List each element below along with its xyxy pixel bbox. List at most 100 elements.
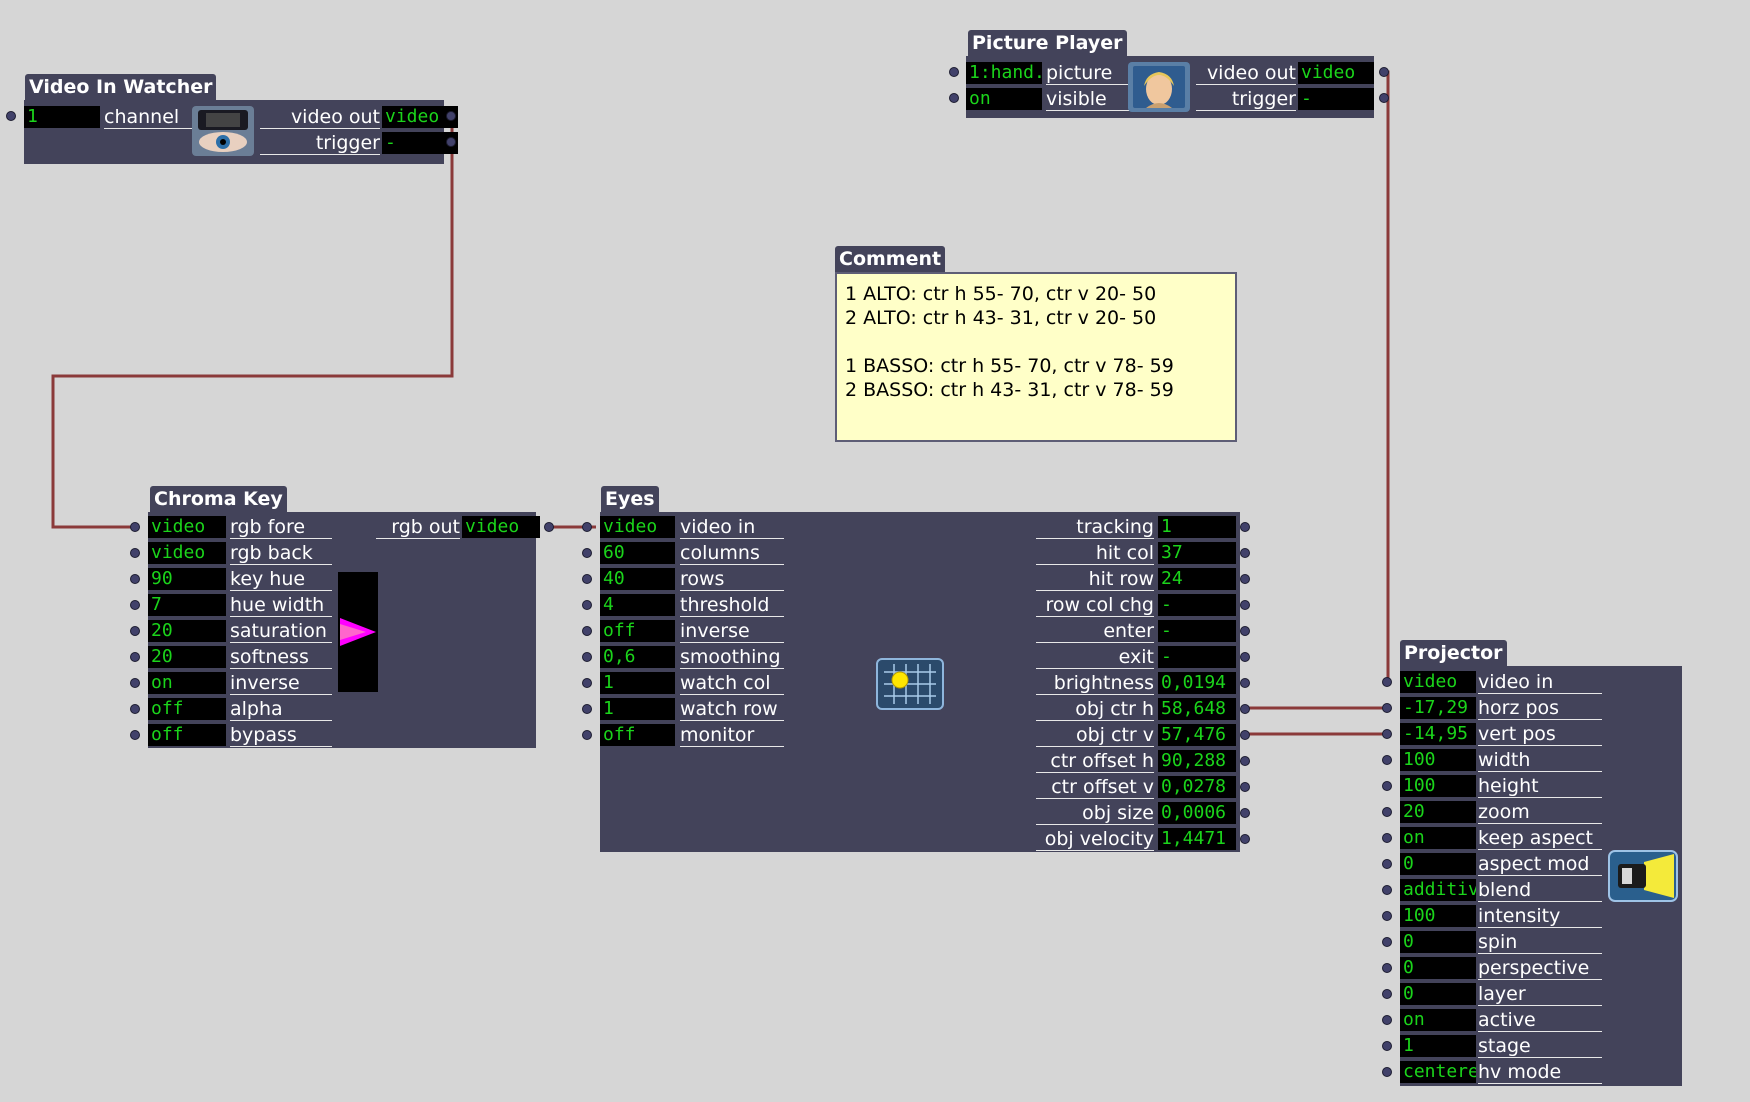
- video-in-watcher-actor[interactable]: Video In Watcher 1 channel video out vid…: [6, 74, 458, 166]
- output-port-rgb-out[interactable]: [544, 522, 554, 532]
- enter-value[interactable]: -: [1158, 620, 1236, 642]
- horz-pos-value[interactable]: -17,29: [1400, 697, 1476, 719]
- input-port-softness[interactable]: [130, 652, 140, 662]
- input-port-channel[interactable]: [6, 111, 16, 121]
- actor-title[interactable]: Video In Watcher: [25, 74, 217, 100]
- input-port-monitor[interactable]: [582, 730, 592, 740]
- input-port-width[interactable]: [1382, 755, 1392, 765]
- output-port-video-out[interactable]: [446, 111, 456, 121]
- monitor-value[interactable]: off: [600, 724, 675, 746]
- stage-value[interactable]: 1: [1400, 1035, 1476, 1057]
- layer-value[interactable]: 0: [1400, 983, 1476, 1005]
- input-port-threshold[interactable]: [582, 600, 592, 610]
- rows-value[interactable]: 40: [600, 568, 675, 590]
- input-port-key-hue[interactable]: [130, 574, 140, 584]
- inverse-value[interactable]: on: [148, 672, 226, 694]
- input-port-alpha[interactable]: [130, 704, 140, 714]
- actor-title[interactable]: Picture Player: [968, 30, 1127, 56]
- obj-ctr-h-value[interactable]: 58,648: [1158, 698, 1236, 720]
- active-value[interactable]: on: [1400, 1009, 1476, 1031]
- input-port-hv-mode[interactable]: [1382, 1067, 1392, 1077]
- zoom-value[interactable]: 20: [1400, 801, 1476, 823]
- output-port-obj-size[interactable]: [1240, 808, 1250, 818]
- input-port-rgb-back[interactable]: [130, 548, 140, 558]
- channel-value[interactable]: 1: [24, 106, 100, 128]
- input-port-vert-pos[interactable]: [1382, 729, 1392, 739]
- input-port-watch-row[interactable]: [582, 704, 592, 714]
- output-port-brightness[interactable]: [1240, 678, 1250, 688]
- ctr-offset-v-value[interactable]: 0,0278: [1158, 776, 1236, 798]
- watch-row-value[interactable]: 1: [600, 698, 675, 720]
- input-port-visible[interactable]: [949, 93, 959, 103]
- perspective-value[interactable]: 0: [1400, 957, 1476, 979]
- inverse-value[interactable]: off: [600, 620, 675, 642]
- input-port-inverse[interactable]: [582, 626, 592, 636]
- width-value[interactable]: 100: [1400, 749, 1476, 771]
- actor-title[interactable]: Projector: [1400, 640, 1507, 666]
- output-port-video-out[interactable]: [1379, 67, 1389, 77]
- visible-value[interactable]: on: [966, 88, 1042, 110]
- output-port-ctr-offset-h[interactable]: [1240, 756, 1250, 766]
- input-port-hue-width[interactable]: [130, 600, 140, 610]
- comment-text[interactable]: 1 ALTO: ctr h 55- 70, ctr v 20- 50 2 ALT…: [835, 272, 1237, 442]
- obj-velocity-value[interactable]: 1,4471: [1158, 828, 1236, 850]
- input-port-stage[interactable]: [1382, 1041, 1392, 1051]
- input-port-watch-col[interactable]: [582, 678, 592, 688]
- rgb-fore-value[interactable]: video: [148, 516, 226, 538]
- input-port-intensity[interactable]: [1382, 911, 1392, 921]
- tracking-value[interactable]: 1: [1158, 516, 1236, 538]
- hit-row-value[interactable]: 24: [1158, 568, 1236, 590]
- input-port-video-in[interactable]: [1382, 677, 1392, 687]
- input-port-spin[interactable]: [1382, 937, 1392, 947]
- output-port-hit-row[interactable]: [1240, 574, 1250, 584]
- smoothing-value[interactable]: 0,6: [600, 646, 675, 668]
- input-port-rgb-fore[interactable]: [130, 522, 140, 532]
- keep-aspect-value[interactable]: on: [1400, 827, 1476, 849]
- input-port-smoothing[interactable]: [582, 652, 592, 662]
- chroma-key-actor[interactable]: Chroma Key video rgb fore video rgb back…: [130, 486, 554, 750]
- input-port-blend[interactable]: [1382, 885, 1392, 895]
- threshold-value[interactable]: 4: [600, 594, 675, 616]
- rgb-out-value[interactable]: video: [462, 516, 540, 538]
- height-value[interactable]: 100: [1400, 775, 1476, 797]
- key-hue-value[interactable]: 90: [148, 568, 226, 590]
- output-port-obj-ctr-h[interactable]: [1240, 704, 1250, 714]
- output-port-trigger[interactable]: [446, 137, 456, 147]
- input-port-horz-pos[interactable]: [1382, 703, 1392, 713]
- output-port-obj-ctr-v[interactable]: [1240, 730, 1250, 740]
- brightness-value[interactable]: 0,0194: [1158, 672, 1236, 694]
- input-port-aspect-mod[interactable]: [1382, 859, 1392, 869]
- ctr-offset-h-value[interactable]: 90,288: [1158, 750, 1236, 772]
- saturation-value[interactable]: 20: [148, 620, 226, 642]
- bypass-value[interactable]: off: [148, 724, 226, 746]
- vert-pos-value[interactable]: -14,95: [1400, 723, 1476, 745]
- columns-value[interactable]: 60: [600, 542, 675, 564]
- exit-value[interactable]: -: [1158, 646, 1236, 668]
- eyes-actor[interactable]: Eyes video video in 60 columns 40 rows 4…: [582, 486, 1250, 854]
- hue-width-value[interactable]: 7: [148, 594, 226, 616]
- actor-title[interactable]: Eyes: [601, 486, 659, 512]
- video-out-value[interactable]: video: [1298, 62, 1374, 84]
- input-port-zoom[interactable]: [1382, 807, 1392, 817]
- patch-canvas[interactable]: Video In Watcher 1 channel video out vid…: [0, 0, 1750, 1102]
- output-port-row-col-chg[interactable]: [1240, 600, 1250, 610]
- comment-actor[interactable]: Comment 1 ALTO: ctr h 55- 70, ctr v 20- …: [835, 246, 1237, 442]
- softness-value[interactable]: 20: [148, 646, 226, 668]
- output-port-enter[interactable]: [1240, 626, 1250, 636]
- video-in-value[interactable]: video: [1400, 671, 1476, 693]
- input-port-columns[interactable]: [582, 548, 592, 558]
- projector-actor[interactable]: Projector video video in -17,29 horz pos…: [1382, 640, 1682, 1088]
- output-port-obj-velocity[interactable]: [1240, 834, 1250, 844]
- actor-title[interactable]: Comment: [835, 246, 946, 272]
- blend-value[interactable]: additive: [1400, 879, 1476, 901]
- input-port-rows[interactable]: [582, 574, 592, 584]
- input-port-inverse[interactable]: [130, 678, 140, 688]
- intensity-value[interactable]: 100: [1400, 905, 1476, 927]
- input-port-layer[interactable]: [1382, 989, 1392, 999]
- input-port-keep-aspect[interactable]: [1382, 833, 1392, 843]
- output-port-exit[interactable]: [1240, 652, 1250, 662]
- input-port-height[interactable]: [1382, 781, 1392, 791]
- row-col-chg-value[interactable]: -: [1158, 594, 1236, 616]
- input-port-perspective[interactable]: [1382, 963, 1392, 973]
- trigger-value[interactable]: -: [1298, 88, 1374, 110]
